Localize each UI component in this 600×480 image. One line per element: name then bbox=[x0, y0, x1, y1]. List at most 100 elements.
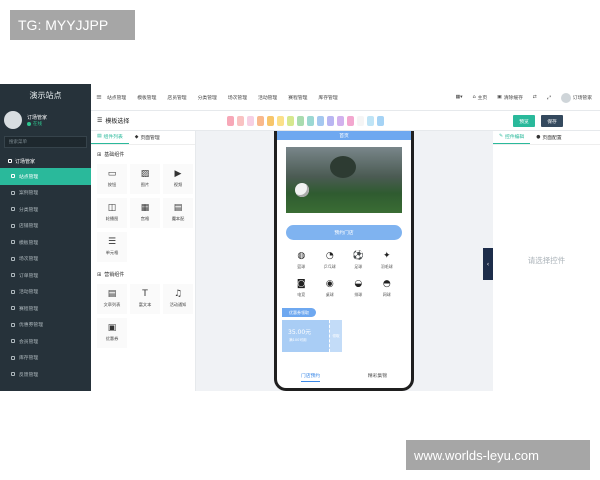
top-nav-item[interactable]: 站点管理 bbox=[107, 94, 126, 101]
sidebar: 演示站点 订场管家 在线 搜索菜单 订场管家 站点管理 案例管理 分类管理 店铺管理模… bbox=[0, 84, 91, 391]
menu-item-icon bbox=[11, 355, 15, 360]
sport-item[interactable]: ◙ 电竞 bbox=[287, 280, 316, 298]
menu-item-icon bbox=[11, 273, 15, 278]
top-nav-item[interactable]: 店员管理 bbox=[167, 94, 186, 101]
sport-item[interactable]: ◒ 排球 bbox=[344, 280, 373, 298]
fullscreen-icon[interactable]: ⤢ bbox=[547, 95, 551, 101]
color-swatch[interactable] bbox=[277, 116, 284, 126]
clear-cache-button[interactable]: ▣ 清除缓存 bbox=[497, 94, 523, 101]
phone-tab-booking[interactable]: 门店预约 bbox=[300, 372, 321, 382]
sidebar-item[interactable]: 活动管理 bbox=[0, 284, 91, 301]
color-swatch[interactable] bbox=[227, 116, 234, 126]
tab-component-list[interactable]: ▤ 组件列表 bbox=[91, 133, 129, 144]
color-swatch[interactable] bbox=[317, 116, 324, 126]
article-icon: ▤ bbox=[107, 289, 117, 299]
component-label: 轮播图 bbox=[105, 216, 119, 221]
sport-label: 桌球 bbox=[325, 292, 334, 297]
sport-item[interactable]: ✦ 羽毛球 bbox=[373, 252, 402, 270]
top-nav-item[interactable]: 模板管理 bbox=[137, 94, 156, 101]
book-store-button[interactable]: 预约门店 bbox=[286, 225, 402, 240]
sidebar-item[interactable]: 会员管理 bbox=[0, 333, 91, 350]
color-swatch[interactable] bbox=[237, 116, 244, 126]
top-nav-item[interactable]: 库存管理 bbox=[318, 94, 337, 101]
color-swatch[interactable] bbox=[357, 116, 364, 126]
top-nav-item[interactable]: 赛程管理 bbox=[288, 94, 307, 101]
phone-preview[interactable]: 首页 预约门店 ◍ 篮球 ◔ 乒乓球 ⚽ 足球 ✦ 羽毛球 ◙ 电竞 ◉ 桌球 ◒ 排球 ◓ 网球 优惠券领取… bbox=[274, 131, 414, 391]
template-title-text: 模板选择 bbox=[105, 118, 130, 125]
sport-icon: ◉ bbox=[325, 279, 334, 289]
color-swatch[interactable] bbox=[247, 116, 254, 126]
component-cell[interactable]: ☰ 单元格 bbox=[97, 232, 127, 262]
home-button[interactable]: ⌂ 主页 bbox=[473, 94, 488, 101]
tree-shape bbox=[330, 156, 356, 178]
menu-search-input[interactable]: 搜索菜单 bbox=[4, 136, 87, 148]
top-nav-item[interactable]: 分类管理 bbox=[198, 94, 217, 101]
coupon-claim[interactable]: 领取 bbox=[329, 320, 342, 352]
sidebar-item[interactable]: 反馈管理 bbox=[0, 366, 91, 383]
tab-page-manage[interactable]: ◆ 页面管理 bbox=[129, 134, 166, 144]
component-rich-text[interactable]: T 富文本 bbox=[130, 284, 160, 314]
color-swatch[interactable] bbox=[307, 116, 314, 126]
sport-item[interactable]: ◉ 桌球 bbox=[316, 280, 345, 298]
color-swatch[interactable] bbox=[347, 116, 354, 126]
sidebar-item-label: 反馈管理 bbox=[19, 372, 39, 378]
color-swatch[interactable] bbox=[297, 116, 304, 126]
sidebar-item[interactable]: 订单管理 bbox=[0, 267, 91, 284]
sidebar-item[interactable]: 案例管理 bbox=[0, 185, 91, 202]
sidebar-item[interactable]: 分类管理 bbox=[0, 201, 91, 218]
sport-item[interactable]: ◓ 网球 bbox=[373, 280, 402, 298]
preview-button[interactable]: 预览 bbox=[513, 115, 535, 127]
component-bell[interactable]: ♫ 活动通知 bbox=[163, 284, 193, 314]
sidebar-item[interactable]: 店铺管理 bbox=[0, 218, 91, 235]
sidebar-item-label: 案例管理 bbox=[19, 191, 39, 197]
nav-group[interactable]: 订场管家 bbox=[0, 154, 91, 168]
tab-control-edit[interactable]: ✎ 控件编辑 bbox=[493, 133, 531, 144]
sidebar-item[interactable]: 模板管理 bbox=[0, 234, 91, 251]
component-image[interactable]: ▨ 图片 bbox=[130, 164, 160, 194]
menu-icon[interactable]: ≡ bbox=[91, 93, 107, 101]
sidebar-item[interactable]: 赛程管理 bbox=[0, 300, 91, 317]
color-swatch[interactable] bbox=[367, 116, 374, 126]
sidebar-item[interactable]: 优惠券管理 bbox=[0, 317, 91, 334]
component-magic[interactable]: ▤ 魔本配 bbox=[163, 198, 193, 228]
sport-item[interactable]: ◔ 乒乓球 bbox=[316, 252, 345, 270]
sidebar-item[interactable]: 场次管理 bbox=[0, 251, 91, 268]
banner-image[interactable] bbox=[286, 147, 402, 213]
color-swatch[interactable] bbox=[327, 116, 334, 126]
color-swatch[interactable] bbox=[287, 116, 294, 126]
color-swatch[interactable] bbox=[267, 116, 274, 126]
menu-item-icon bbox=[11, 256, 15, 261]
user-menu[interactable]: 订场管家 bbox=[560, 92, 592, 103]
menu-item-icon bbox=[11, 190, 15, 195]
coupon-card[interactable]: 35.00元 满100可用 领取 bbox=[282, 320, 342, 352]
phone-tab-highlights[interactable]: 精彩集锦 bbox=[368, 372, 387, 382]
component-label: 魔本配 bbox=[171, 216, 185, 221]
avatar[interactable] bbox=[4, 111, 22, 129]
color-swatch[interactable] bbox=[257, 116, 264, 126]
component-button[interactable]: ▭ 按钮 bbox=[97, 164, 127, 194]
collapse-panel-button[interactable]: ‹ bbox=[483, 248, 493, 280]
component-carousel[interactable]: ◫ 轮播图 bbox=[97, 198, 127, 228]
component-video[interactable]: ▶ 视频 bbox=[163, 164, 193, 194]
color-swatch[interactable] bbox=[337, 116, 344, 126]
component-grid[interactable]: ▦ 宫格 bbox=[130, 198, 160, 228]
coupon-icon: ▣ bbox=[107, 323, 117, 333]
save-button[interactable]: 保存 bbox=[541, 115, 563, 127]
tab-page-config[interactable]: ● 页面配置 bbox=[530, 134, 567, 144]
color-swatch[interactable] bbox=[377, 116, 384, 126]
apps-menu-button[interactable]: ▦▾ bbox=[456, 95, 463, 100]
sport-item[interactable]: ◍ 篮球 bbox=[287, 252, 316, 270]
color-swatches bbox=[227, 116, 384, 126]
component-article[interactable]: ▤ 文章列表 bbox=[97, 284, 127, 314]
sport-item[interactable]: ⚽ 足球 bbox=[344, 252, 373, 270]
menu-item-icon bbox=[11, 339, 15, 344]
sidebar-item[interactable]: 站点管理 bbox=[0, 168, 91, 185]
clear-cache-label: 清除缓存 bbox=[503, 96, 523, 101]
menu-item-icon bbox=[11, 289, 15, 294]
translate-icon[interactable]: ⇄ bbox=[533, 95, 537, 100]
sidebar-item[interactable]: 库存管理 bbox=[0, 350, 91, 367]
top-nav-item[interactable]: 活动管理 bbox=[258, 94, 277, 101]
coupon-condition: 满100可用 bbox=[289, 338, 307, 342]
top-nav-item[interactable]: 场次管理 bbox=[228, 94, 247, 101]
component-coupon[interactable]: ▣ 优惠券 bbox=[97, 318, 127, 348]
